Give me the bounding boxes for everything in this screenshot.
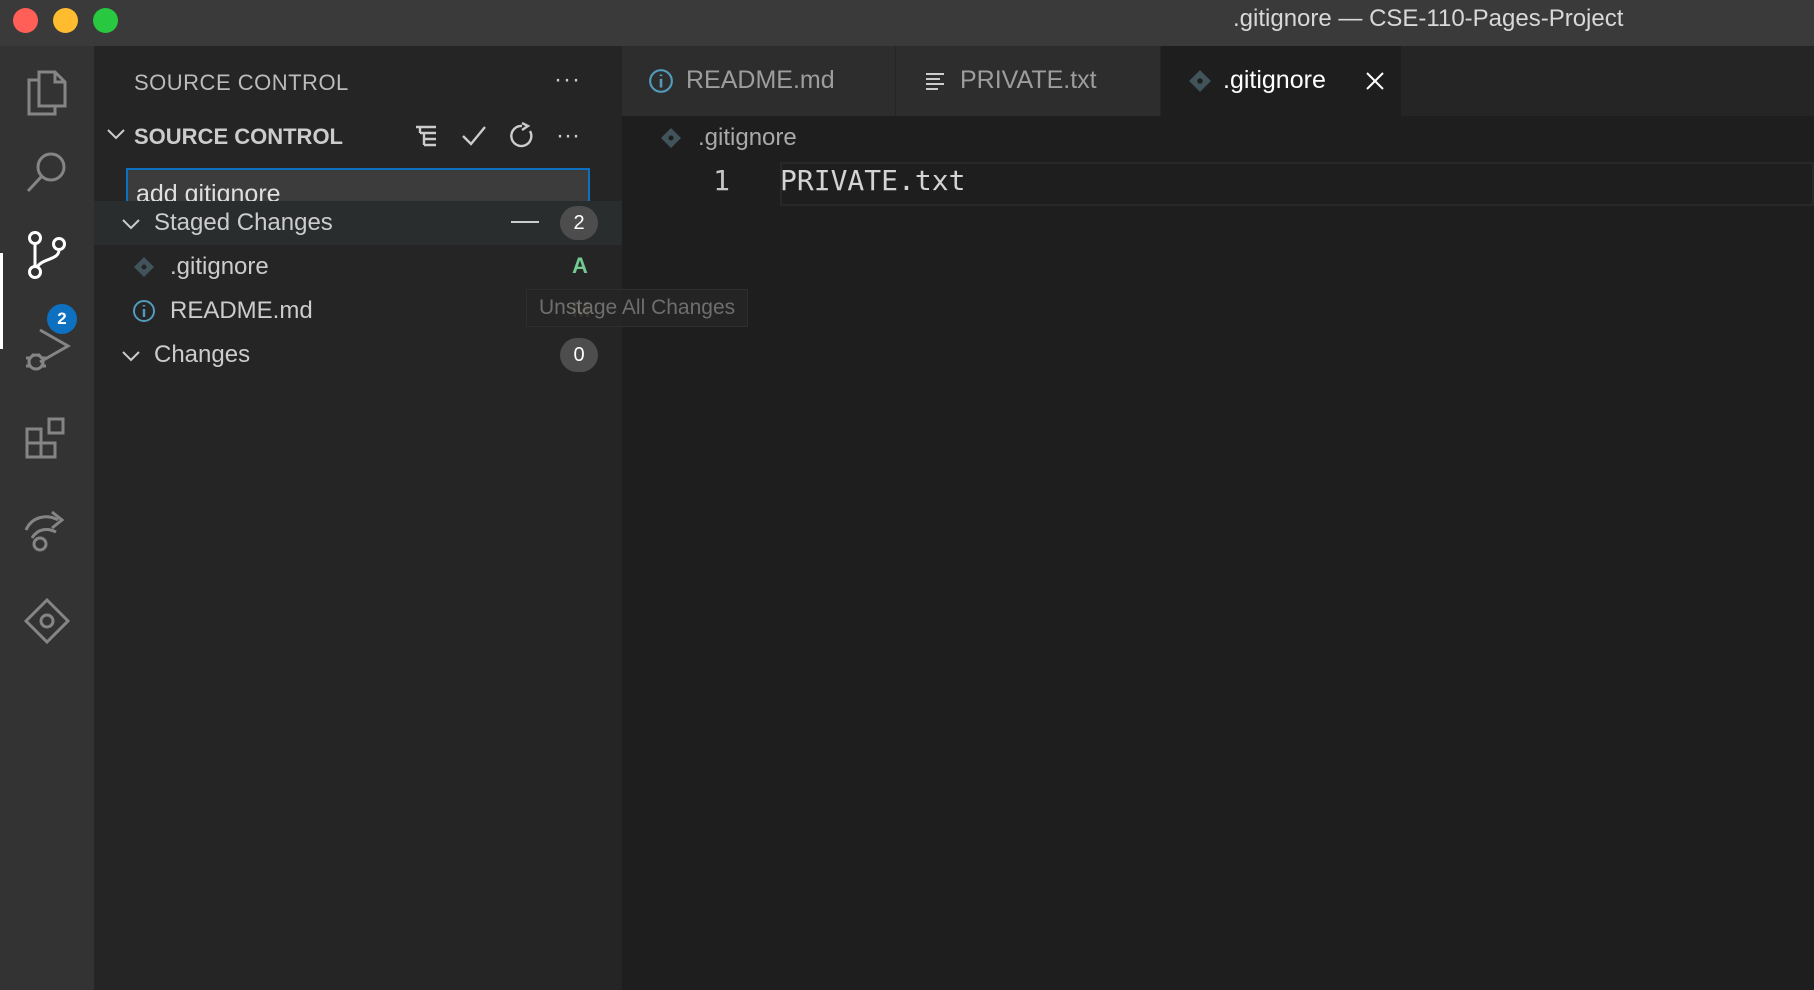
- chevron-down-icon: [107, 129, 125, 140]
- tab-readme[interactable]: README.md: [622, 46, 896, 116]
- changes-count-badge: 0: [560, 338, 598, 372]
- maximize-window-button[interactable]: [93, 8, 118, 33]
- info-file-icon: [132, 299, 156, 323]
- section-title: SOURCE CONTROL: [134, 124, 343, 149]
- staged-changes-group[interactable]: Staged Changes 2: [94, 201, 622, 245]
- git-file-icon: [1187, 68, 1213, 94]
- tab-label: README.md: [686, 66, 835, 94]
- changes-title: Changes: [154, 341, 251, 368]
- close-window-button[interactable]: [13, 8, 38, 33]
- view-as-tree-button[interactable]: [408, 118, 444, 154]
- explorer-icon: [27, 70, 67, 116]
- gitlens-icon: [23, 597, 71, 645]
- more-actions-icon[interactable]: ···: [554, 66, 581, 94]
- staged-changes-title: Staged Changes: [154, 209, 333, 236]
- activity-source-control[interactable]: [0, 208, 94, 302]
- check-icon: [462, 126, 486, 146]
- title-bar: .gitignore — CSE-110-Pages-Project: [0, 0, 1814, 46]
- staged-file-gitignore[interactable]: .gitignore A: [94, 245, 622, 289]
- refresh-icon: [510, 122, 533, 148]
- chevron-down-icon: [122, 351, 140, 362]
- search-icon: [26, 152, 66, 193]
- minimize-window-button[interactable]: [53, 8, 78, 33]
- file-status-added: A: [572, 253, 588, 278]
- scm-count-badge: 2: [47, 304, 77, 334]
- close-icon[interactable]: [1361, 67, 1389, 95]
- section-more-actions-icon[interactable]: ···: [550, 118, 586, 154]
- staged-count-badge: 2: [560, 206, 598, 240]
- source-control-section-header[interactable]: SOURCE CONTROL ···: [94, 116, 622, 154]
- tab-gitignore[interactable]: .gitignore: [1161, 46, 1402, 116]
- refresh-button[interactable]: [504, 118, 540, 154]
- file-name: README.md: [170, 297, 313, 324]
- activity-search[interactable]: [0, 126, 94, 220]
- text-file-icon: [922, 68, 948, 94]
- git-file-icon: [132, 255, 156, 279]
- source-control-icon: [28, 231, 66, 279]
- line-number: 1: [713, 164, 730, 197]
- list-tree-icon: [416, 125, 436, 147]
- tab-private[interactable]: PRIVATE.txt: [896, 46, 1161, 116]
- activity-extensions[interactable]: [0, 392, 94, 486]
- unstage-all-tooltip: Unstage All Changes: [526, 289, 749, 327]
- window-title: .gitignore — CSE-110-Pages-Project: [1233, 5, 1624, 32]
- breadcrumb-label: .gitignore: [698, 124, 797, 151]
- file-name: .gitignore: [170, 253, 269, 280]
- extensions-icon: [25, 417, 65, 459]
- unstage-all-button[interactable]: [510, 207, 540, 237]
- active-indicator: [0, 253, 3, 349]
- tab-label: PRIVATE.txt: [960, 66, 1097, 94]
- activity-remote-explorer[interactable]: [0, 482, 94, 576]
- activity-gitlens[interactable]: [0, 574, 94, 668]
- code-line[interactable]: PRIVATE.txt: [780, 164, 965, 197]
- editor-tab-bar: README.md PRIVATE.txt .gitignore: [622, 46, 1814, 116]
- sidebar-header: SOURCE CONTROL: [134, 70, 349, 95]
- tab-label: .gitignore: [1223, 66, 1326, 94]
- changes-group[interactable]: Changes 0: [94, 333, 622, 377]
- info-file-icon: [648, 68, 674, 94]
- chevron-down-icon: [122, 219, 140, 230]
- git-file-icon: [661, 128, 681, 148]
- source-control-sidebar: SOURCE CONTROL ··· SOURCE CONTROL ··· St…: [94, 46, 622, 990]
- minus-icon: [511, 221, 539, 223]
- activity-bar: 2: [0, 46, 94, 990]
- remote-explorer-icon: [24, 510, 65, 552]
- commit-button[interactable]: [456, 118, 492, 154]
